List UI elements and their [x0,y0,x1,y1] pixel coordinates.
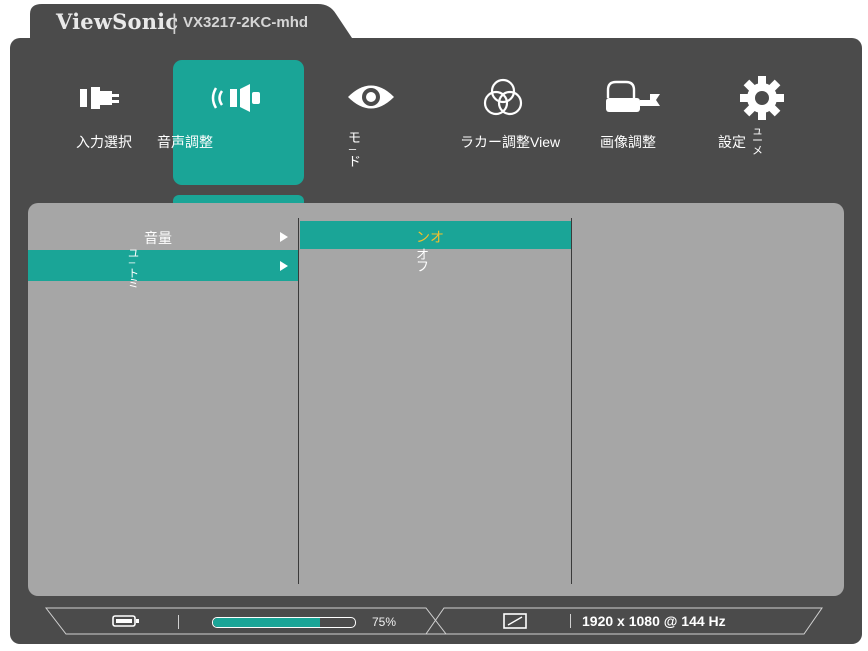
column-divider-1 [298,218,299,584]
progress-track [212,617,356,628]
brand-separator: | [171,10,178,34]
option-on-label: ンオ [416,229,444,245]
submenu-item-mute[interactable]: ユ ー ト ミ [28,249,298,290]
hand-wrench-icon [606,80,660,112]
option-off[interactable]: オ フ [300,247,571,277]
eye-icon [348,85,394,109]
column-divider-2 [571,218,572,584]
resolution-readout: 1920 x 1080 @ 144 Hz [582,613,726,629]
progress-percent: 75% [372,615,397,629]
submenu-item-volume[interactable]: 音量 [28,224,298,250]
tab-mode-label: モ ー ド [348,130,362,169]
brand-logo: ViewSonic [56,9,179,34]
tab-settings-label: 設定 ュ ー メ [718,125,763,157]
battery-icon [112,615,139,627]
option-on[interactable]: ンオ [300,221,571,249]
model-name: VX3217-2KC-mhd [183,14,309,31]
submenu-item-mute-label: ユ ー ト ミ [128,248,139,290]
gear-icon [740,76,784,120]
speaker-icon [211,84,260,112]
submenu-item-volume-label: 音量 [144,230,172,246]
tab-input-select-label: 入力選択 [76,134,132,150]
aspect-ratio-icon [503,613,527,629]
submenu-arrow-icon [280,261,288,271]
color-circles-icon [483,78,523,116]
tab-image-adjust-label: 画像調整 [600,134,656,150]
tab-audio-adjust-label: 音声調整 [157,134,213,150]
tab-color-adjust-label: ラカー調整View [460,134,561,150]
progress-fill [213,618,320,627]
submenu-arrow-icon [280,232,288,242]
input-plug-icon [80,87,119,109]
status-separator [178,615,179,629]
selected-tab-highlight [173,60,304,185]
option-off-label: オ フ [416,247,430,274]
status-separator [570,614,571,628]
